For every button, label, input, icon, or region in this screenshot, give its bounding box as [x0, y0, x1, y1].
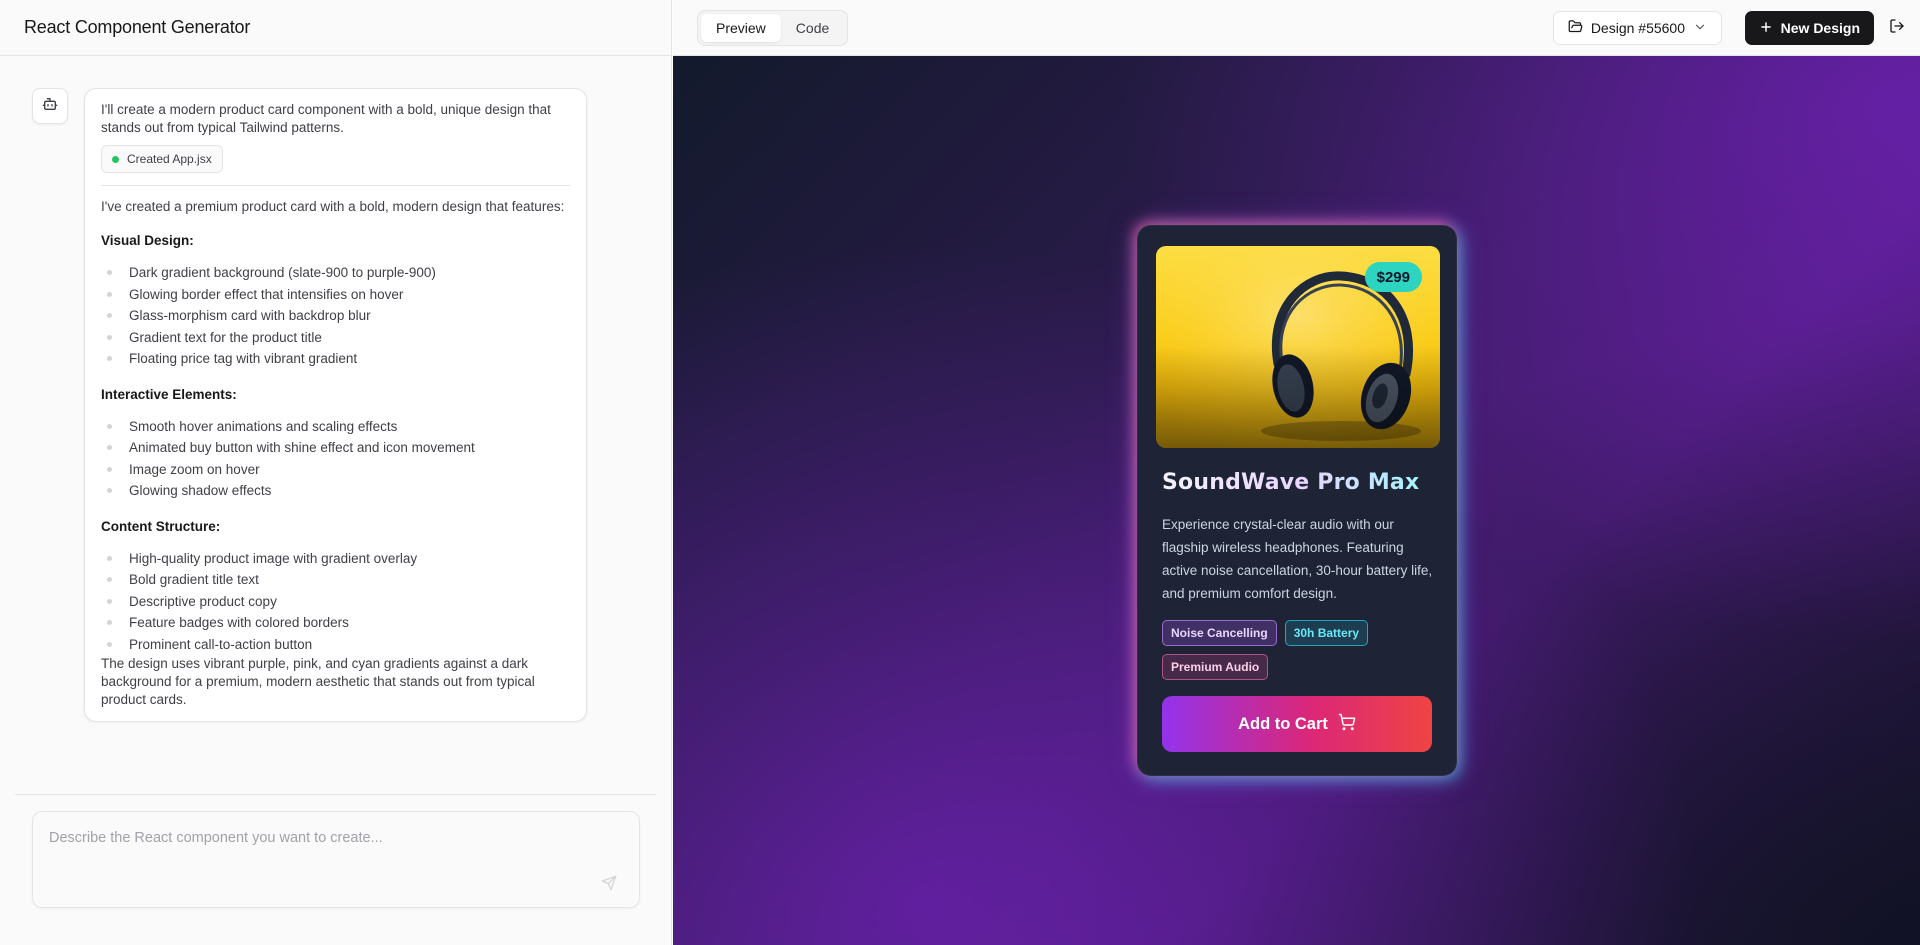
- price-tag: $299: [1364, 262, 1422, 292]
- prompt-input[interactable]: [33, 812, 639, 907]
- list-item: Prominent call-to-action button: [101, 634, 570, 656]
- chat-panel: React Component Generator I'll create a …: [0, 0, 672, 945]
- preview-canvas: $299 SoundWave Pro Max Experience crysta…: [673, 56, 1920, 945]
- design-select[interactable]: Design #55600: [1552, 11, 1722, 45]
- tab-preview[interactable]: Preview: [701, 14, 781, 42]
- bot-icon: [42, 96, 58, 117]
- app-title: React Component Generator: [24, 17, 251, 37]
- message-summary: I've created a premium product card with…: [101, 199, 565, 214]
- composer: [15, 794, 656, 908]
- badge-noise-cancelling: Noise Cancelling: [1162, 620, 1277, 646]
- feature-list: Dark gradient background (slate-900 to p…: [101, 262, 570, 370]
- feature-badges: Noise Cancelling 30h Battery Premium Aud…: [1162, 620, 1442, 680]
- section-title: Content Structure:: [101, 518, 221, 534]
- badge-premium-audio: Premium Audio: [1162, 654, 1269, 680]
- add-to-cart-label: Add to Cart: [1238, 714, 1328, 733]
- plus-icon: [1759, 20, 1773, 37]
- list-item: Bold gradient title text: [101, 569, 570, 591]
- list-item: Smooth hover animations and scaling effe…: [101, 416, 570, 438]
- file-chip[interactable]: Created App.jsx: [101, 145, 223, 173]
- list-item: Floating price tag with vibrant gradient: [101, 348, 570, 370]
- list-item: Glowing border effect that intensifies o…: [101, 284, 570, 306]
- send-button[interactable]: [599, 873, 619, 893]
- list-item: Gradient text for the product title: [101, 327, 570, 349]
- list-item: Image zoom on hover: [101, 459, 570, 481]
- send-icon: [601, 875, 617, 891]
- product-description: Experience crystal-clear audio with our …: [1162, 517, 1433, 601]
- section-title: Visual Design:: [101, 233, 194, 248]
- assistant-message: I'll create a modern product card compon…: [84, 88, 587, 722]
- section-title: Interactive Elements:: [101, 386, 237, 402]
- view-toggle: Preview Code: [697, 10, 849, 46]
- chevron-down-icon: [1693, 20, 1707, 37]
- badge-battery: 30h Battery: [1284, 620, 1369, 646]
- bot-avatar: [32, 88, 68, 124]
- preview-toolbar: Preview Code Design #55600 New Design: [673, 0, 1920, 56]
- status-dot-icon: [112, 155, 119, 163]
- chat-header: React Component Generator: [0, 0, 671, 56]
- feature-list: Smooth hover animations and scaling effe…: [101, 416, 570, 502]
- list-item: Dark gradient background (slate-900 to p…: [101, 262, 570, 284]
- feature-list: High-quality product image with gradient…: [101, 548, 570, 656]
- file-chip-label: Created App.jsx: [127, 152, 212, 166]
- cart-icon: [1338, 713, 1356, 736]
- logout-icon: [1889, 18, 1905, 39]
- tab-code[interactable]: Code: [781, 14, 844, 42]
- new-design-label: New Design: [1780, 20, 1860, 36]
- divider: [101, 185, 570, 186]
- folder-icon: [1568, 19, 1583, 37]
- list-item: Descriptive product copy: [101, 591, 570, 613]
- message-intro: I'll create a modern product card compon…: [101, 102, 551, 135]
- chat-messages: I'll create a modern product card compon…: [0, 56, 671, 794]
- list-item: Glowing shadow effects: [101, 480, 570, 502]
- message-closing: The design uses vibrant purple, pink, an…: [101, 656, 535, 707]
- design-select-label: Design #55600: [1590, 20, 1685, 36]
- new-design-button[interactable]: New Design: [1744, 11, 1874, 45]
- product-card: $299 SoundWave Pro Max Experience crysta…: [1137, 225, 1457, 776]
- list-item: High-quality product image with gradient…: [101, 548, 570, 570]
- logout-button[interactable]: [1886, 17, 1908, 39]
- add-to-cart-button[interactable]: Add to Cart: [1162, 696, 1432, 752]
- prompt-box: [32, 811, 640, 908]
- list-item: Glass-morphism card with backdrop blur: [101, 305, 570, 327]
- product-title: SoundWave Pro Max: [1162, 470, 1420, 495]
- list-item: Feature badges with colored borders: [101, 612, 570, 634]
- list-item: Animated buy button with shine effect an…: [101, 437, 570, 459]
